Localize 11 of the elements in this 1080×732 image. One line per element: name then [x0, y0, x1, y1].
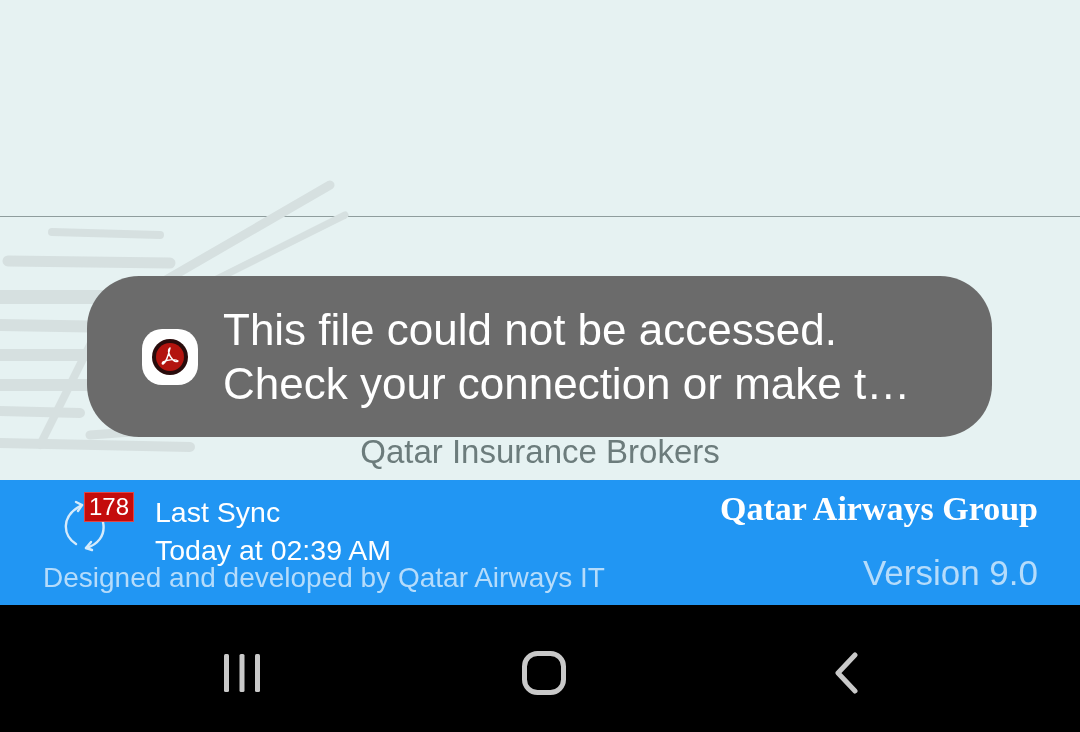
sync-count-badge: 178 [84, 492, 135, 522]
back-icon [833, 651, 859, 694]
home-icon [522, 650, 566, 695]
toast-message: This file could not be accessed. Check your connection or make t… [223, 303, 911, 410]
recents-icon [224, 653, 260, 692]
company-name: Qatar Insurance Brokers [360, 437, 720, 467]
brand-name: Qatar Airways Group [720, 490, 1038, 528]
last-sync-label: Last Sync [155, 498, 282, 526]
last-sync-time: Today at 02:39 AM [155, 536, 392, 564]
version-label: Version 9.0 [862, 554, 1038, 592]
app-icon [142, 328, 198, 385]
